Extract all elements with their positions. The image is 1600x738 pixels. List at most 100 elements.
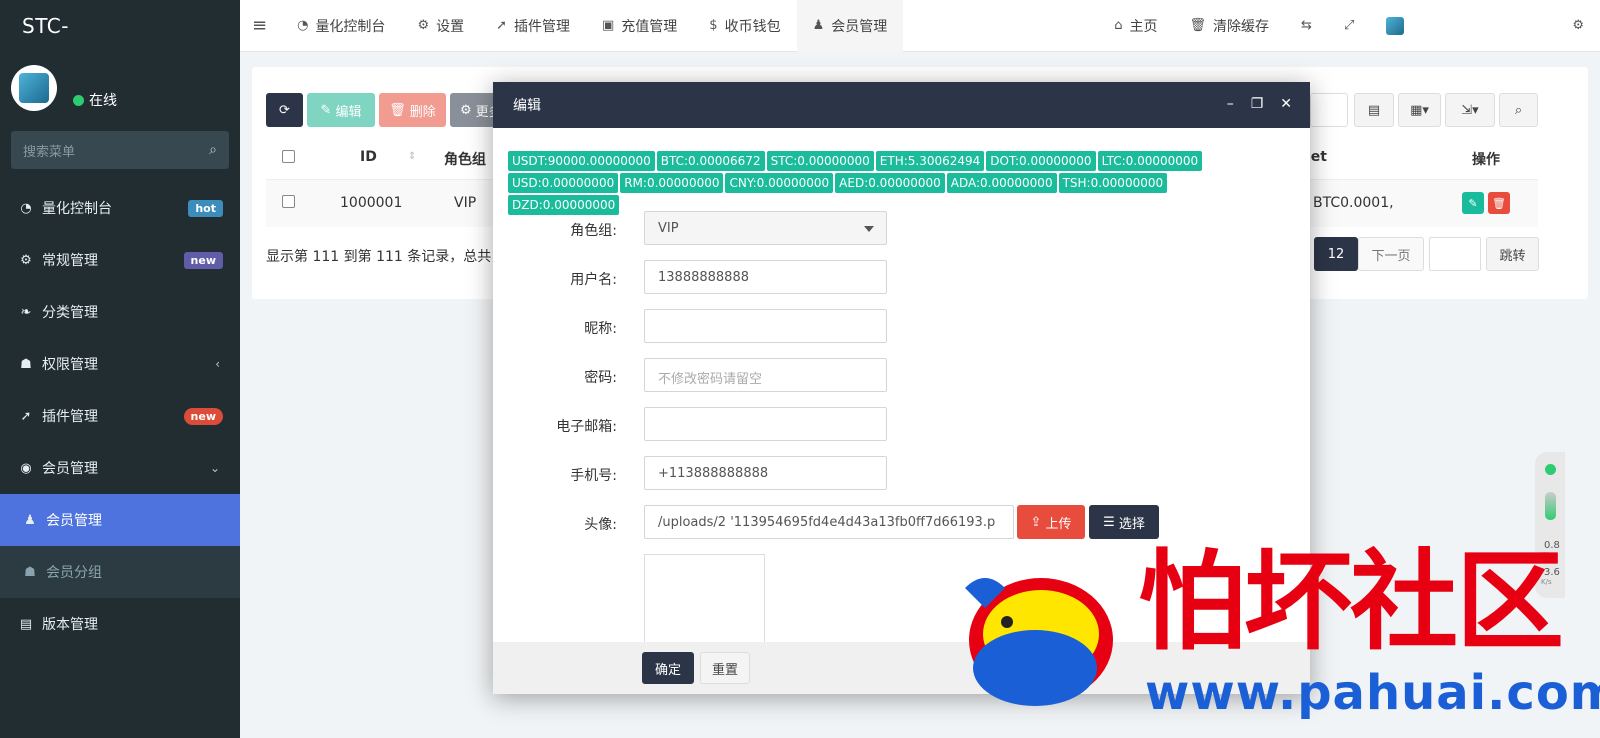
column-header-group[interactable]: 角色组 <box>444 149 486 169</box>
refresh-button[interactable]: ⟳ <box>266 93 303 127</box>
username-input[interactable]: 13888888888 <box>644 260 887 294</box>
sidebar-item-label: 会员分组 <box>46 565 102 581</box>
hamburger-menu-icon[interactable]: ≡ <box>240 0 281 52</box>
clear-cache-label: 清除缓存 <box>1213 18 1270 35</box>
sidebar-subitem-user-manage[interactable]: ♟ 会员管理 <box>0 494 240 546</box>
jump-page-input[interactable] <box>1429 237 1481 271</box>
confirm-button[interactable]: 确定 <box>642 652 694 684</box>
email-input[interactable] <box>644 407 887 441</box>
sidebar-item-label: 会员管理 <box>46 513 102 529</box>
reset-button[interactable]: 重置 <box>700 652 750 684</box>
columns-button[interactable]: ▦▾ <box>1398 93 1441 127</box>
translate-icon[interactable]: ⇆ <box>1285 0 1328 52</box>
balance-tag: TSH:0.00000000 <box>1058 173 1168 193</box>
search-icon[interactable]: ⌕ <box>209 142 217 158</box>
home-link[interactable]: ⌂ 主页 <box>1098 0 1173 52</box>
maximize-icon[interactable]: ❐ <box>1251 96 1264 112</box>
column-header-id[interactable]: ID <box>360 149 377 165</box>
balance-tag: DOT:0.00000000 <box>986 151 1096 171</box>
choose-button[interactable]: ☰ 选择 <box>1089 505 1159 539</box>
menu-search-input[interactable]: 搜索菜单 ⌕ <box>11 131 229 169</box>
sidebar-item-label: 版本管理 <box>42 617 98 633</box>
row-edit-button[interactable]: ✎ <box>1462 192 1484 214</box>
page-current-button[interactable]: 12 <box>1314 237 1358 271</box>
edit-button[interactable]: ✎ 编辑 <box>307 93 375 127</box>
group-select[interactable]: VIP <box>644 211 887 245</box>
tab-label: 插件管理 <box>514 18 570 35</box>
table-search-input[interactable] <box>1310 93 1348 127</box>
clear-cache-link[interactable]: 🗑 清除缓存 <box>1174 0 1286 52</box>
home-icon: ⌂ <box>1114 18 1123 33</box>
tab-label: 量化控制台 <box>315 18 386 35</box>
jump-button[interactable]: 跳转 <box>1486 237 1539 271</box>
settings-cogs-icon[interactable]: ⚙ <box>1556 0 1600 52</box>
tab-addons[interactable]: ➚ 插件管理 <box>480 0 586 52</box>
balance-tag: AED:0.00000000 <box>835 173 945 193</box>
tab-dashboard[interactable]: ◔ 量化控制台 <box>281 0 401 52</box>
user-avatar <box>11 65 57 111</box>
balance-tag: ETH:5.30062494 <box>875 151 985 171</box>
sidebar-item-general[interactable]: ⚙ 常规管理 new <box>0 234 240 286</box>
sidebar-item-version[interactable]: ▤ 版本管理 <box>0 598 240 650</box>
tab-label: 充值管理 <box>621 18 678 35</box>
close-icon[interactable]: ✕ <box>1280 96 1292 112</box>
password-input[interactable]: 不修改密码请留空 <box>644 358 887 392</box>
avatar-path-input[interactable]: /uploads/2 '113954695fd4e4d43a13fb0ff7d6… <box>644 505 1014 539</box>
user-icon: ♟ <box>24 512 36 528</box>
form-row-avatar: 头像: /uploads/2 '113954695fd4e4d43a13fb0f… <box>493 505 1310 539</box>
tab-label: 会员管理 <box>831 18 888 35</box>
list-icon: ☰ <box>1103 514 1115 530</box>
sidebar-item-label: 常规管理 <box>42 253 98 269</box>
sort-icon[interactable]: ⇕ <box>408 151 416 162</box>
tab-wallet[interactable]: $ 收币钱包 <box>693 0 796 52</box>
pencil-icon: ✎ <box>320 102 332 118</box>
edit-label: 编辑 <box>335 104 362 120</box>
password-label: 密码: <box>584 370 617 386</box>
sidebar-item-label: 量化控制台 <box>42 201 112 217</box>
toggle-view-button[interactable]: ▤ <box>1354 93 1394 127</box>
watermark-url: www.pahuai.com <box>1145 665 1600 721</box>
trash-icon: 🗑 <box>1189 18 1207 33</box>
row-delete-button[interactable]: 🗑 <box>1488 192 1510 214</box>
sidebar-subitem-user-group[interactable]: ☗ 会员分组 <box>0 546 240 598</box>
grid-icon: ▦▾ <box>1410 102 1429 118</box>
tab-recharge[interactable]: ▣ 充值管理 <box>586 0 693 52</box>
tab-settings[interactable]: ⚙ 设置 <box>401 0 480 52</box>
select-all-checkbox[interactable] <box>282 150 295 163</box>
mobile-input[interactable]: +113888888888 <box>644 456 887 490</box>
trash-icon: 🗑 <box>389 102 406 118</box>
tab-user-manage[interactable]: ♟ 会员管理 <box>796 0 904 52</box>
fullscreen-icon[interactable]: ⤢ <box>1328 0 1370 52</box>
form-row-email: 电子邮箱: <box>493 407 1310 441</box>
sidebar: STC- 在线 搜索菜单 ⌕ ◔ 量化控制台 hot ⚙ 常规管理 new ❧ 分类管理 ☗… <box>0 0 240 738</box>
search-icon: ⌕ <box>1514 102 1523 118</box>
upload-button[interactable]: ⇪ 上传 <box>1017 505 1085 539</box>
search-button[interactable]: ⌕ <box>1499 93 1538 127</box>
group-label: 角色组: <box>570 223 617 239</box>
table-icon: ▤ <box>1367 102 1381 118</box>
sidebar-item-category[interactable]: ❧ 分类管理 <box>0 286 240 338</box>
delete-label: 删除 <box>409 104 436 120</box>
sidebar-item-auth[interactable]: ☗ 权限管理 ‹ <box>0 338 240 390</box>
delete-button[interactable]: 🗑 删除 <box>379 93 446 127</box>
row-wallet: BTC0.0001, <box>1313 195 1394 211</box>
online-status-label: 在线 <box>89 93 117 109</box>
sidebar-item-addon[interactable]: ➚ 插件管理 new <box>0 390 240 442</box>
gear-icon: ⚙ <box>417 18 430 33</box>
nickname-input[interactable] <box>644 309 887 343</box>
sidebar-item-dashboard[interactable]: ◔ 量化控制台 hot <box>0 182 240 234</box>
next-page-button[interactable]: 下一页 <box>1358 237 1424 271</box>
money-icon: ▣ <box>602 18 615 33</box>
balance-tag: ADA:0.00000000 <box>946 173 1057 193</box>
app-logo-title[interactable]: STC- <box>0 0 240 50</box>
upload-icon: ⇪ <box>1030 514 1042 530</box>
sidebar-item-user[interactable]: ◉ 会员管理 ⌄ <box>0 442 240 494</box>
export-button[interactable]: ⇲▾ <box>1445 93 1495 127</box>
trash-icon: 🗑 <box>1492 196 1506 210</box>
cube-logo-icon[interactable] <box>1370 0 1420 52</box>
leaf-icon: ❧ <box>20 304 32 320</box>
row-checkbox[interactable] <box>282 195 295 208</box>
avatar-label: 头像: <box>584 517 617 533</box>
minimize-icon[interactable]: – <box>1227 96 1234 112</box>
sidebar-item-label: 插件管理 <box>42 409 98 425</box>
